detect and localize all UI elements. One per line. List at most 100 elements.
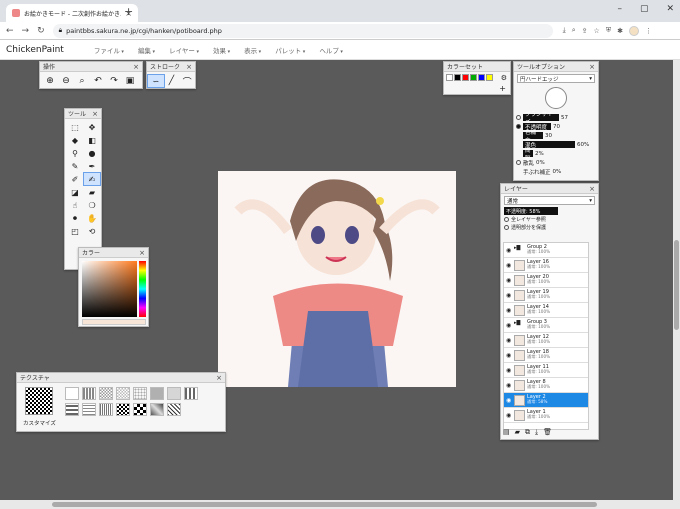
sample-all-checkbox[interactable] — [504, 217, 509, 222]
new-layer-icon[interactable]: ▤ — [503, 428, 510, 437]
url-field[interactable]: 🔒︎ paintbbs.sakura.ne.jp/cgi/hanken/poti… — [52, 23, 553, 38]
swatch-black[interactable] — [454, 74, 461, 81]
curve-stroke-icon[interactable]: ⌒ — [179, 74, 195, 88]
fill-bucket-icon[interactable]: ◆ — [67, 134, 83, 146]
new-folder-icon[interactable]: ▰ — [515, 428, 520, 437]
star-icon[interactable]: ☆ — [594, 27, 600, 35]
merge-down-icon[interactable]: ⤓ — [535, 428, 538, 437]
texture-swatch[interactable] — [116, 403, 130, 416]
kebab-menu-icon[interactable]: ⋮ — [645, 27, 652, 35]
brush-size-slider[interactable]: ブラシサイズ 57 — [514, 112, 598, 126]
forward-icon[interactable]: → — [22, 26, 30, 36]
texture-swatch[interactable] — [167, 403, 181, 416]
texture-swatch[interactable] — [184, 387, 198, 400]
eye-icon[interactable]: ◉ — [506, 367, 512, 374]
texture-customize-button[interactable]: カスタマイズ — [23, 419, 56, 427]
texture-swatch[interactable] — [116, 387, 130, 400]
browser-tab[interactable]: お絵かきモード - 二次創作お絵かき… × — [6, 4, 138, 22]
pen-icon[interactable]: ✒ — [84, 160, 100, 172]
saturation-value-picker[interactable] — [82, 261, 137, 317]
layer-row[interactable]: ◉ Layer 12 通常: 100% — [504, 333, 588, 348]
color-fill-slider[interactable]: 色補充 30 — [514, 130, 598, 144]
brush-icon[interactable]: ✐ — [67, 173, 83, 185]
back-icon[interactable]: ← — [6, 26, 14, 36]
zoom-in-icon[interactable]: ⊕ — [42, 74, 58, 88]
vertical-scroll-thumb[interactable] — [674, 240, 679, 330]
undo-icon[interactable]: ↶ — [90, 74, 106, 88]
sample-all-layers[interactable]: 全レイヤー参照 — [501, 215, 598, 224]
menu-file[interactable]: ファイル — [94, 45, 124, 55]
menu-layer[interactable]: レイヤー — [169, 45, 199, 55]
gradient-icon[interactable]: ◧ — [84, 134, 100, 146]
eye-icon[interactable]: ◉ — [506, 352, 512, 359]
share-icon[interactable]: ⇪ — [582, 27, 588, 35]
brush-size-toggle[interactable] — [516, 115, 521, 120]
new-tab-icon[interactable]: + — [124, 5, 133, 18]
hue-slider[interactable] — [139, 261, 146, 317]
reload-icon[interactable]: ↻ — [37, 26, 45, 36]
texture-swatch[interactable] — [150, 387, 164, 400]
opacity-toggle[interactable] — [516, 124, 521, 129]
horizontal-scroll-thumb[interactable] — [52, 502, 597, 507]
color-panel-close-icon[interactable]: × — [139, 249, 145, 257]
lock-alpha-checkbox[interactable] — [504, 225, 509, 230]
swatch-blue[interactable] — [478, 74, 485, 81]
scatter-toggle[interactable] — [516, 160, 521, 165]
delete-layer-icon[interactable]: 🗑︎ — [543, 428, 552, 437]
vertical-scrollbar[interactable] — [673, 60, 680, 500]
layer-row[interactable]: ◉ Layer 16 通常: 100% — [504, 258, 588, 273]
tool-options-close-icon[interactable]: × — [589, 63, 595, 71]
eye-icon[interactable]: ◉ — [506, 337, 512, 344]
texture-swatch-blank[interactable] — [65, 387, 79, 400]
layer-row[interactable]: ◉ Layer 11 通常: 100% — [504, 363, 588, 378]
texture-swatch[interactable] — [82, 387, 96, 400]
add-color-icon[interactable]: + — [499, 84, 506, 93]
move-icon[interactable]: ✥ — [84, 121, 100, 133]
blur-icon[interactable]: ❍ — [84, 199, 100, 211]
bezier-icon[interactable]: ◰ — [67, 225, 83, 237]
dodge-icon[interactable]: ⚫ — [67, 212, 83, 224]
texture-swatch[interactable] — [167, 387, 181, 400]
texture-swatch[interactable] — [99, 403, 113, 416]
maximize-icon[interactable]: ▢ — [640, 4, 649, 14]
eye-icon[interactable]: ◉ — [506, 382, 512, 389]
redo-icon[interactable]: ↷ — [106, 74, 122, 88]
smudge-icon[interactable]: ☝ — [67, 199, 83, 211]
eye-icon[interactable]: ◉ — [506, 322, 512, 329]
swatch-yellow[interactable] — [486, 74, 493, 81]
eye-icon[interactable]: ◉ — [506, 247, 512, 254]
swatch-white[interactable] — [446, 74, 453, 81]
save-icon[interactable]: ▣ — [122, 74, 138, 88]
layer-opacity-slider[interactable]: 不透明度: 58% — [504, 207, 558, 215]
stabilizer-slider[interactable]: 手ぶれ補正 0% — [514, 167, 598, 176]
scatter-slider[interactable]: 散乱 0% — [514, 158, 598, 167]
rotate-icon[interactable]: ⟲ — [84, 225, 100, 237]
menu-help[interactable]: ヘルプ — [319, 45, 343, 55]
texture-preview[interactable] — [25, 387, 53, 415]
eraser-icon[interactable]: ◪ — [67, 186, 83, 198]
puzzle-icon[interactable]: ✱ — [617, 27, 623, 35]
horizontal-scrollbar[interactable] — [0, 500, 680, 509]
texture-swatch[interactable] — [133, 403, 147, 416]
minimize-icon[interactable]: – — [617, 4, 622, 14]
eye-icon[interactable]: ◉ — [506, 262, 512, 269]
duplicate-layer-icon[interactable]: ⧉ — [525, 428, 530, 437]
download-icon[interactable]: ⤓ — [563, 26, 566, 35]
layer-row[interactable]: ◉ Layer 19 通常: 100% — [504, 288, 588, 303]
close-window-icon[interactable]: ✕ — [666, 4, 674, 14]
eyedropper-icon[interactable]: ⚲ — [67, 147, 83, 159]
shield-icon[interactable]: ⛨ — [606, 26, 611, 35]
eye-icon[interactable]: ◉ — [506, 292, 512, 299]
watercolor-icon[interactable]: ✍ — [83, 172, 101, 186]
eye-icon[interactable]: ◉ — [506, 307, 512, 314]
texture-panel-close-icon[interactable]: × — [216, 374, 222, 382]
texture-swatch[interactable] — [99, 387, 113, 400]
layer-row[interactable]: ◉ ▸▇ Group 3 通常: 100% — [504, 318, 588, 333]
swatch-green[interactable] — [470, 74, 477, 81]
layer-row[interactable]: ◉ Layer 14 通常: 100% — [504, 303, 588, 318]
spacing-slider[interactable]: 間隔 2% — [514, 148, 598, 162]
menu-palette[interactable]: パレット — [275, 45, 305, 55]
brush-tip-select[interactable]: 円ハードエッジ ▾ — [517, 74, 595, 83]
line-stroke-icon[interactable]: ╱ — [164, 74, 180, 88]
eye-icon[interactable]: ◉ — [506, 397, 512, 404]
